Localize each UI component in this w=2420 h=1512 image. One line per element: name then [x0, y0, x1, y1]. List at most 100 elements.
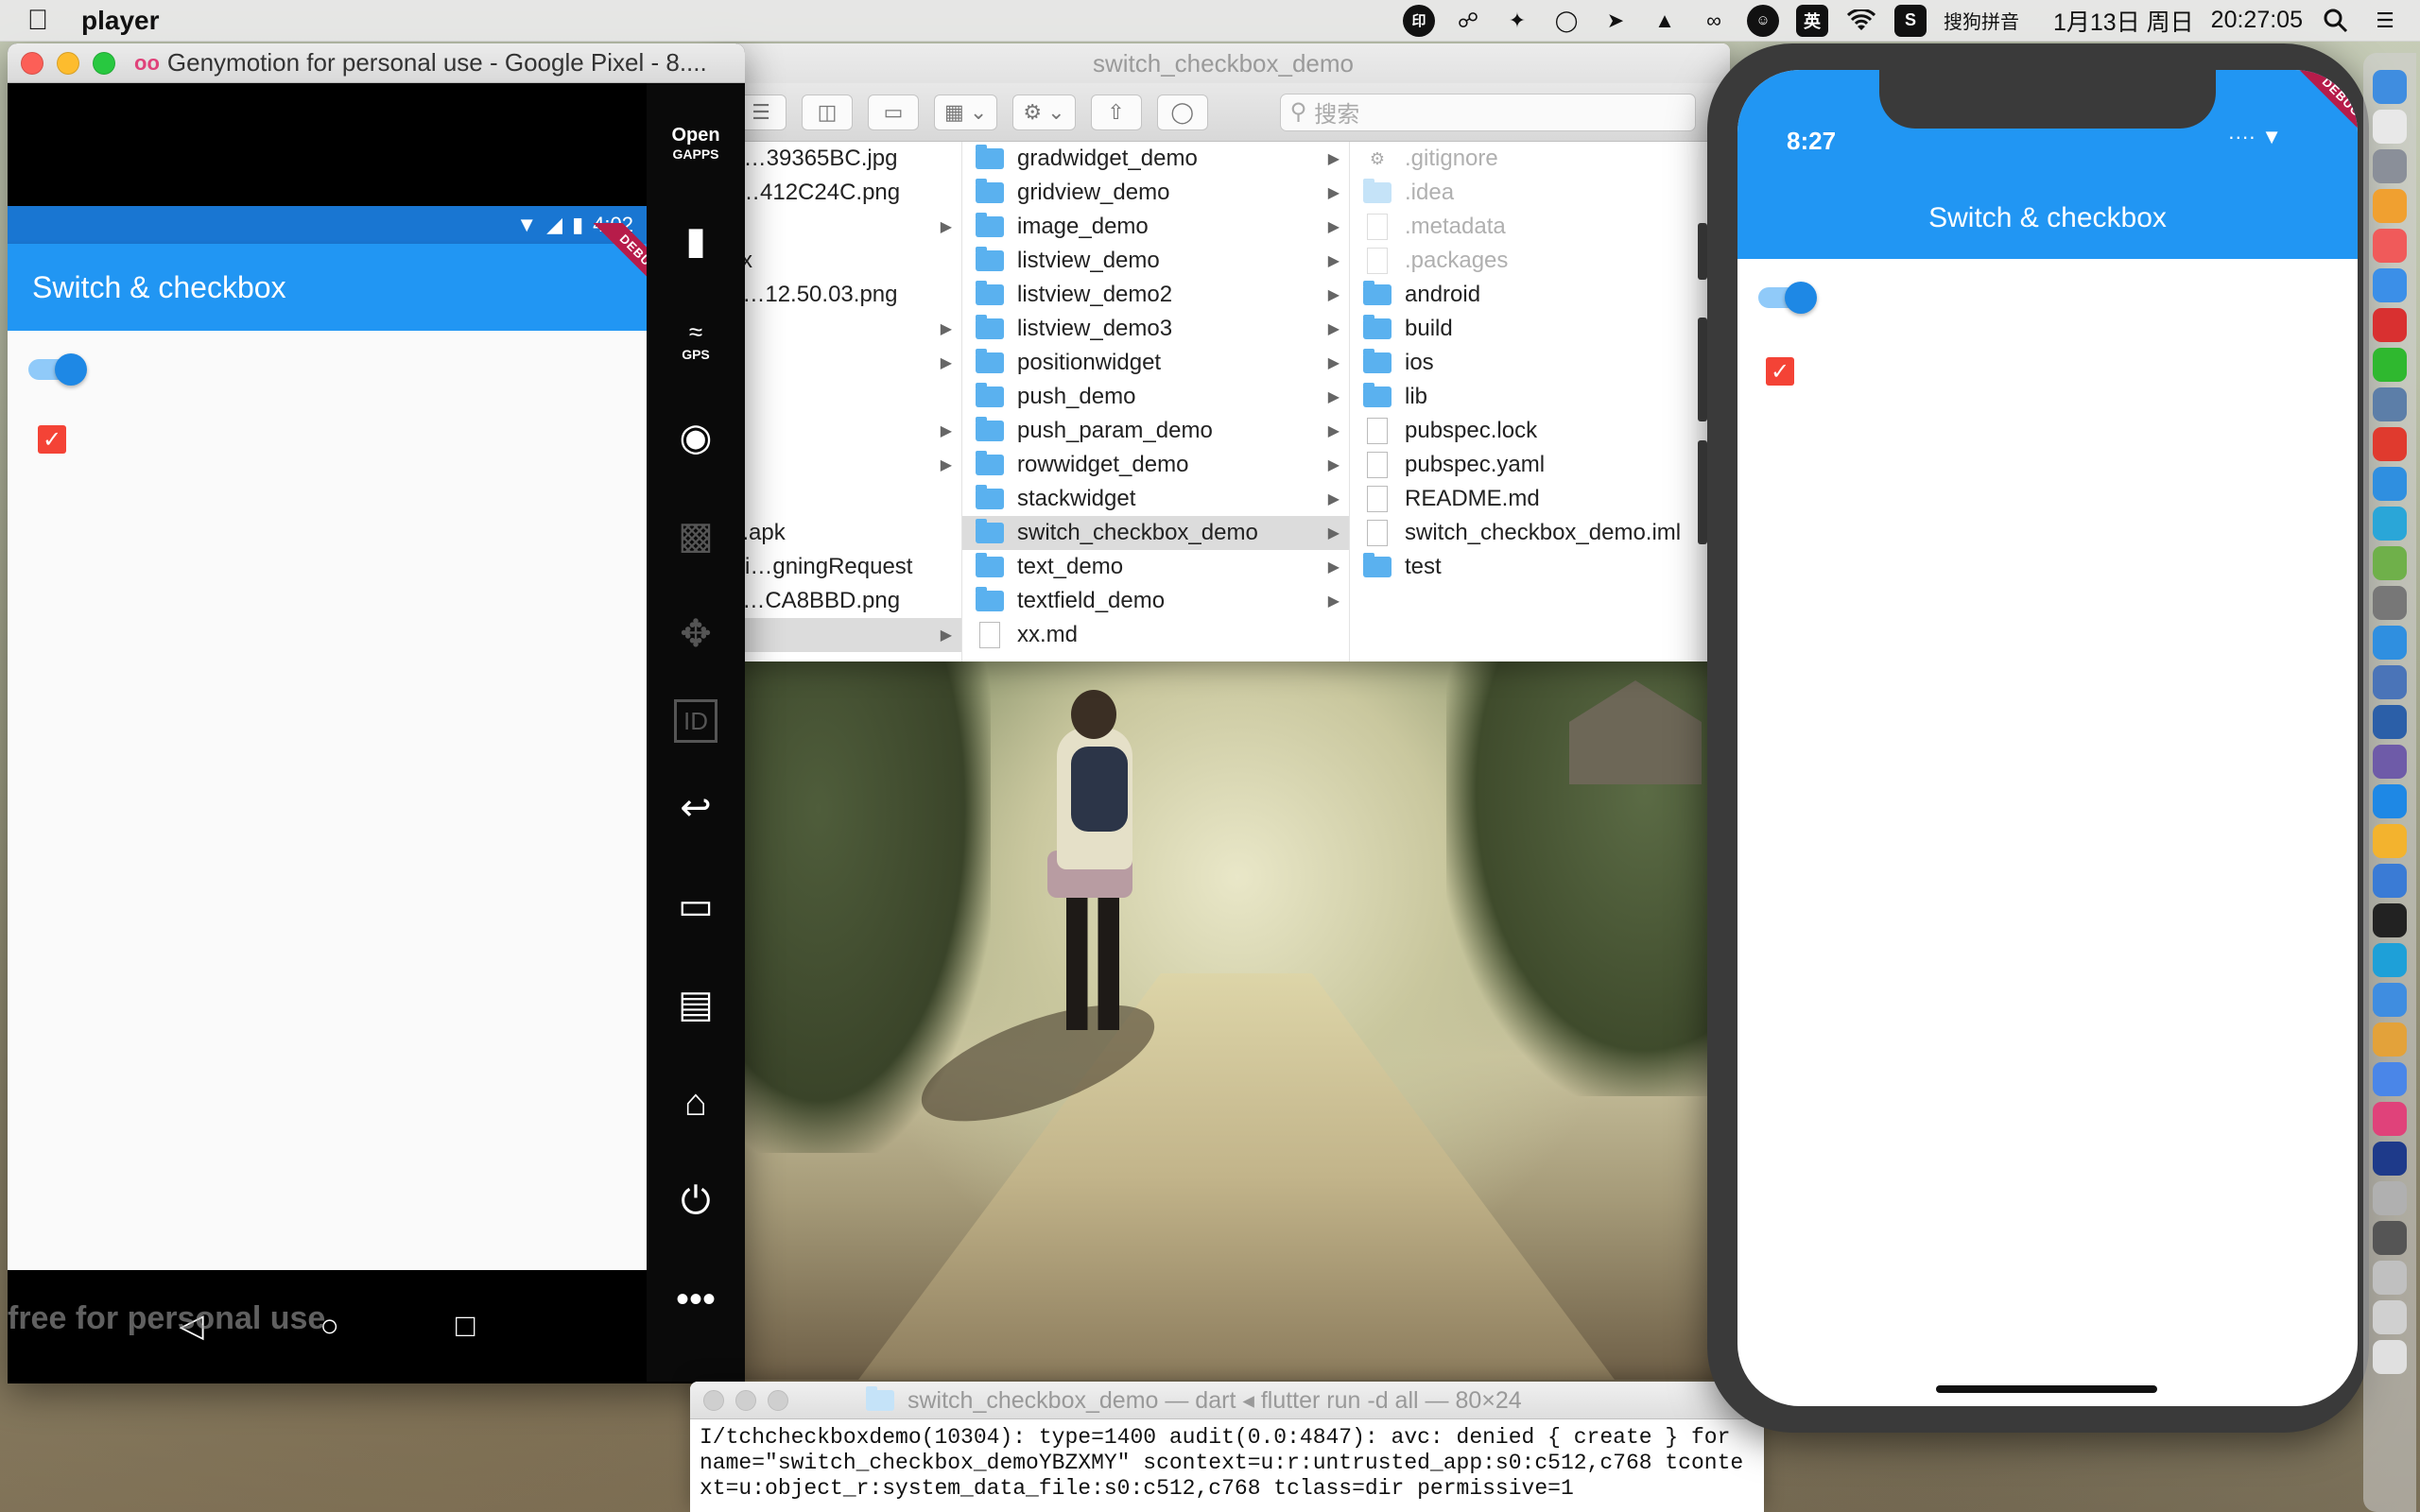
finder-row[interactable]: .packages — [1350, 244, 1730, 278]
android-switch[interactable] — [28, 353, 87, 386]
finder-row[interactable]: listview_demo ▶ — [962, 244, 1349, 278]
opengapps-button[interactable]: Open GAPPS — [663, 110, 729, 176]
dock-app-icon[interactable] — [2373, 308, 2407, 342]
dock-app-icon[interactable] — [2373, 110, 2407, 144]
dock-app-icon[interactable] — [2373, 626, 2407, 660]
finder-row[interactable]: pubspec.lock — [1350, 414, 1730, 448]
bird-status-icon[interactable]: ✦ — [1501, 5, 1533, 37]
recent-apps-widget-button[interactable]: ▭ — [663, 873, 729, 939]
column-view-button[interactable]: ◫ — [802, 94, 853, 130]
dock-app-icon[interactable] — [2373, 745, 2407, 779]
dock-app-icon[interactable] — [2373, 427, 2407, 461]
battery-widget-button[interactable]: ▮ — [663, 208, 729, 274]
capture-widget-button[interactable]: ▩ — [663, 503, 729, 569]
dpad-widget-button[interactable]: ✥ — [663, 601, 729, 667]
ios-home-indicator[interactable] — [1936, 1385, 2157, 1393]
finder-row[interactable]: build — [1350, 312, 1730, 346]
dock-app-icon[interactable] — [2373, 467, 2407, 501]
dock-app-icon[interactable] — [2373, 1261, 2407, 1295]
close-window-button[interactable] — [703, 1389, 724, 1411]
ios-switch[interactable] — [1758, 282, 1817, 314]
back-widget-button[interactable]: ↩ — [663, 775, 729, 841]
android-back-button[interactable]: ◁ — [179, 1307, 203, 1345]
dock-app-icon[interactable] — [2373, 705, 2407, 739]
finder-row[interactable] — [717, 380, 961, 414]
webcam-widget-button[interactable]: ◉ — [663, 404, 729, 471]
finder-row[interactable]: listview_demo3 ▶ — [962, 312, 1349, 346]
finder-row[interactable]: image_demo ▶ — [962, 210, 1349, 244]
dock-app-icon[interactable] — [2373, 864, 2407, 898]
dock-app-icon[interactable] — [2373, 824, 2407, 858]
finder-row[interactable]: ⚙ .gitignore — [1350, 142, 1730, 176]
silent-switch[interactable] — [1698, 223, 1707, 280]
power-widget-button[interactable]: ⏻ — [663, 1168, 729, 1234]
finder-row[interactable]: F…39365BC.jpg — [717, 142, 961, 176]
finder-row[interactable]: ▶ — [717, 414, 961, 448]
finder-row[interactable]: README.md — [1350, 482, 1730, 516]
dock-app-icon[interactable] — [2373, 586, 2407, 620]
dock-app-icon[interactable] — [2373, 1102, 2407, 1136]
dock-app-icon[interactable] — [2373, 268, 2407, 302]
tags-button[interactable]: ◯ — [1156, 94, 1208, 130]
finder-row[interactable]: switch_checkbox_demo ▶ — [962, 516, 1349, 550]
finder-row[interactable]: e.apk — [717, 516, 961, 550]
finder-row[interactable]: xx.md — [962, 618, 1349, 652]
dock-app-icon[interactable] — [2373, 189, 2407, 223]
action-gear-button[interactable]: ⚙ ⌄ — [1012, 94, 1076, 130]
active-app-name[interactable]: player — [81, 6, 160, 36]
dock-app-icon[interactable] — [2373, 1340, 2407, 1374]
finder-row[interactable]: sx — [717, 244, 961, 278]
finder-row[interactable]: lib — [1350, 380, 1730, 414]
dock-app-icon[interactable] — [2373, 546, 2407, 580]
finder-title[interactable]: switch_checkbox_demo — [717, 43, 1730, 83]
finder-row[interactable]: 0…12.50.03.png — [717, 278, 961, 312]
finder-row[interactable]: textfield_demo ▶ — [962, 584, 1349, 618]
finder-row[interactable]: android — [1350, 278, 1730, 312]
finder-row[interactable] — [717, 482, 961, 516]
android-checkbox[interactable]: ✓ — [38, 425, 66, 454]
volume-down-button[interactable] — [1698, 440, 1707, 544]
dock-app-icon[interactable] — [2373, 665, 2407, 699]
finder-row[interactable]: .metadata — [1350, 210, 1730, 244]
terminal-output[interactable]: I/tchcheckboxdemo(10304): type=1400 audi… — [690, 1419, 1764, 1507]
finder-row[interactable]: pubspec.yaml — [1350, 448, 1730, 482]
send-status-icon[interactable]: ➤ — [1599, 5, 1632, 37]
volume-up-button[interactable] — [1698, 318, 1707, 421]
finder-row[interactable]: positionwidget ▶ — [962, 346, 1349, 380]
minimize-window-button[interactable] — [57, 51, 79, 75]
finder-row[interactable]: listview_demo2 ▶ — [962, 278, 1349, 312]
screenshot-status-icon[interactable]: ◯ — [1550, 5, 1582, 37]
finder-row[interactable]: -…412C24C.png — [717, 176, 961, 210]
minimize-window-button[interactable] — [735, 1389, 756, 1411]
share-button[interactable]: ⇧ — [1090, 94, 1142, 130]
dock-app-icon[interactable] — [2373, 784, 2407, 818]
dock-app-icon[interactable] — [2373, 1221, 2407, 1255]
finder-row[interactable]: ▶ — [717, 346, 961, 380]
dock-app-icon[interactable] — [2373, 149, 2407, 183]
dock-app-icon[interactable] — [2373, 229, 2407, 263]
home-widget-button[interactable]: ⌂ — [663, 1070, 729, 1136]
zoom-window-button[interactable] — [93, 51, 115, 75]
sogou-ime-icon[interactable]: S — [1894, 4, 1927, 37]
finder-row[interactable]: gridview_demo ▶ — [962, 176, 1349, 210]
dock-app-icon[interactable] — [2373, 1022, 2407, 1057]
dock-app-icon[interactable] — [2373, 943, 2407, 977]
notification-center-icon[interactable]: ☰ — [2369, 5, 2401, 37]
menu-date[interactable]: 1月13日 周日 — [2053, 4, 2194, 38]
emoji-status-icon[interactable]: ☺ — [1747, 4, 1779, 37]
input-english-icon[interactable]: 英 — [1796, 4, 1828, 37]
gps-widget-button[interactable]: ≈ GPS — [663, 306, 729, 372]
finder-column-3[interactable]: ⚙ .gitignore .idea .metadata .packages androi… — [1350, 142, 1730, 662]
creative-cloud-status-icon[interactable]: ∞ — [1698, 5, 1730, 37]
dock-app-icon[interactable] — [2373, 1142, 2407, 1176]
menu-widget-button[interactable]: ▤ — [663, 971, 729, 1038]
dock-app-icon[interactable] — [2373, 903, 2407, 937]
finder-search-field[interactable]: ⚲ 搜索 — [1279, 93, 1696, 131]
finder-row[interactable]: push_param_demo ▶ — [962, 414, 1349, 448]
more-widget-button[interactable]: ••• — [663, 1266, 729, 1332]
apple-menu-icon[interactable]:  — [19, 5, 57, 37]
ios-checkbox[interactable]: ✓ — [1766, 357, 1794, 386]
arrange-button[interactable]: ▦ ⌄ — [934, 94, 998, 130]
finder-row[interactable]: gradwidget_demo ▶ — [962, 142, 1349, 176]
finder-row[interactable]: ▶ — [717, 312, 961, 346]
